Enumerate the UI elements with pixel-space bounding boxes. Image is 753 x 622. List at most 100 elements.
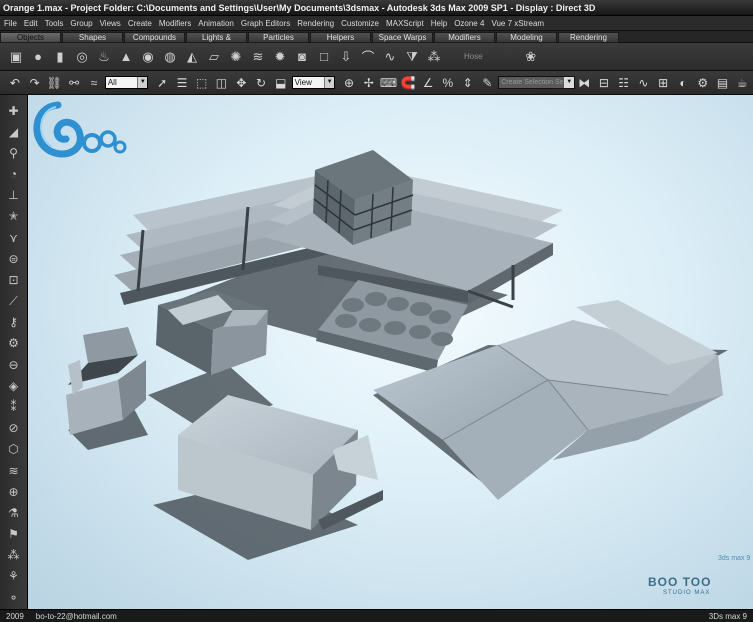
twist-icon[interactable]: ∿ (380, 47, 400, 67)
tab-particles[interactable]: Particles (248, 32, 309, 43)
layer-icon[interactable]: ◈ (4, 376, 24, 395)
motion-icon[interactable]: ◔ (4, 165, 24, 184)
rect-selection-icon[interactable]: ⬚ (193, 74, 211, 92)
menu-create[interactable]: Create (128, 19, 152, 28)
cloth-icon[interactable]: ⚘ (4, 567, 24, 586)
render-icon[interactable]: ❀ (521, 47, 541, 67)
select-by-name-icon[interactable]: ☰ (173, 74, 191, 92)
wind-icon[interactable]: ≋ (248, 47, 268, 67)
menu-maxscript[interactable]: MAXScript (386, 19, 424, 28)
menu-tools[interactable]: Tools (45, 19, 64, 28)
keyboard-shortcut-icon[interactable]: ⌨ (380, 74, 398, 92)
curve-editor-icon[interactable]: ∿ (635, 74, 653, 92)
hair-icon[interactable]: ⚬ (4, 588, 24, 607)
spinner-snap-icon[interactable]: ⟋ (4, 292, 24, 311)
window-crossing-icon[interactable]: ◫ (213, 74, 231, 92)
quick-render-icon[interactable]: ☕ (733, 74, 751, 92)
tab-compounds[interactable]: Compounds (124, 32, 185, 43)
rotate-icon[interactable]: ↻ (252, 74, 270, 92)
layer-manager-icon[interactable]: ☷ (615, 74, 633, 92)
snap-icon[interactable]: ⋎ (4, 228, 24, 247)
teapot-icon[interactable]: ♨ (94, 47, 114, 67)
move-icon[interactable]: ✥ (232, 74, 250, 92)
plane-icon[interactable]: ▱ (204, 47, 224, 67)
menu-graph-editors[interactable]: Graph Editors (241, 19, 290, 28)
hose-label[interactable]: Hose (464, 52, 483, 61)
taper-icon[interactable]: ⧩ (402, 47, 422, 67)
dummy-icon[interactable]: □ (314, 47, 334, 67)
align-icon[interactable]: ⊟ (595, 74, 613, 92)
mirror-icon[interactable]: ⧓ (575, 74, 593, 92)
tab-shapes[interactable]: Shapes (62, 32, 123, 43)
spinner-snap-icon[interactable]: ⇕ (459, 74, 477, 92)
edit-named-sel-icon[interactable]: ✎ (478, 74, 496, 92)
geosphere-icon[interactable]: ◉ (138, 47, 158, 67)
hierarchy-icon[interactable]: ⚲ (4, 143, 24, 162)
menu-views[interactable]: Views (100, 19, 121, 28)
modify-icon[interactable]: ◢ (4, 122, 24, 141)
cylinder-icon[interactable]: ▮ (50, 47, 70, 67)
scale-icon[interactable]: ⬓ (272, 74, 290, 92)
menu-rendering[interactable]: Rendering (297, 19, 334, 28)
material-icon[interactable]: ⬡ (4, 440, 24, 459)
render-setup-icon[interactable]: ≋ (4, 461, 24, 480)
utilities-icon[interactable]: ✭ (4, 207, 24, 226)
gravity-icon[interactable]: ⇩ (336, 47, 356, 67)
redo-icon[interactable]: ↷ (26, 74, 44, 92)
align-icon[interactable]: ⊖ (4, 355, 24, 374)
schematic-view-icon[interactable]: ⊞ (654, 74, 672, 92)
perspective-viewport[interactable]: 3ds max 9 BOO TOO STUDIO MAX (28, 95, 753, 609)
light-lister-icon[interactable]: ⚑ (4, 524, 24, 543)
menu-vue[interactable]: Vue 7 xStream (491, 19, 544, 28)
bind-space-warp-icon[interactable]: ≈ (85, 74, 103, 92)
render-icon[interactable]: ⊕ (4, 482, 24, 501)
bend-icon[interactable]: ⌒ (358, 47, 378, 67)
snap-toggle-icon[interactable]: 🧲 (399, 74, 417, 92)
cone-icon[interactable]: ▲ (116, 47, 136, 67)
selection-filter-dropdown[interactable]: All ▼ (104, 76, 149, 89)
menu-ozone[interactable]: Ozone 4 (454, 19, 484, 28)
display-icon[interactable]: ⊥ (4, 186, 24, 205)
curve-editor-icon[interactable]: ⁑ (4, 397, 24, 416)
mirror-icon[interactable]: ⚙ (4, 334, 24, 353)
angle-snap-icon[interactable]: ∠ (419, 74, 437, 92)
link-icon[interactable]: ⛓ (46, 74, 64, 92)
pyramid-icon[interactable]: ◭ (182, 47, 202, 67)
named-selection-set-input[interactable]: Create Selection Se ▼ (498, 76, 576, 89)
particle-icon[interactable]: ⁂ (4, 546, 24, 565)
undo-icon[interactable]: ↶ (6, 74, 24, 92)
menu-group[interactable]: Group (70, 19, 92, 28)
menu-edit[interactable]: Edit (24, 19, 38, 28)
percent-snap-icon[interactable]: ⊡ (4, 270, 24, 289)
menu-animation[interactable]: Animation (198, 19, 234, 28)
tab-modifiers[interactable]: Modifiers (434, 32, 495, 43)
angle-snap-icon[interactable]: ⊜ (4, 249, 24, 268)
tab-space-warps[interactable]: Space Warps (372, 32, 433, 43)
tab-lights-cameras[interactable]: Lights & Cameras (186, 32, 247, 51)
noise-icon[interactable]: ⁂ (424, 47, 444, 67)
quick-render-icon[interactable]: ⚗ (4, 503, 24, 522)
select-object-icon[interactable]: ➚ (153, 74, 171, 92)
unlink-icon[interactable]: ⚯ (65, 74, 83, 92)
menu-file[interactable]: File (4, 19, 17, 28)
schematic-icon[interactable]: ⊘ (4, 419, 24, 438)
tab-rendering[interactable]: Rendering (558, 32, 619, 43)
menu-help[interactable]: Help (431, 19, 447, 28)
pivot-center-icon[interactable]: ⊕ (340, 74, 358, 92)
spray-icon[interactable]: ✺ (226, 47, 246, 67)
named-sel-icon[interactable]: ⚷ (4, 313, 24, 332)
reference-coord-dropdown[interactable]: View ▼ (291, 76, 336, 89)
tab-objects[interactable]: Objects (0, 32, 61, 43)
camera-icon[interactable]: ◙ (292, 47, 312, 67)
tab-helpers[interactable]: Helpers (310, 32, 371, 43)
create-icon[interactable]: ✚ (4, 101, 24, 120)
tab-modeling[interactable]: Modeling (496, 32, 557, 43)
material-editor-icon[interactable]: ◐ (674, 74, 692, 92)
menu-customize[interactable]: Customize (341, 19, 379, 28)
tube-icon[interactable]: ◍ (160, 47, 180, 67)
manipulate-icon[interactable]: ✢ (360, 74, 378, 92)
render-frame-icon[interactable]: ▤ (714, 74, 732, 92)
render-setup-icon[interactable]: ⚙ (694, 74, 712, 92)
sphere-icon[interactable]: ● (28, 47, 48, 67)
torus-icon[interactable]: ◎ (72, 47, 92, 67)
